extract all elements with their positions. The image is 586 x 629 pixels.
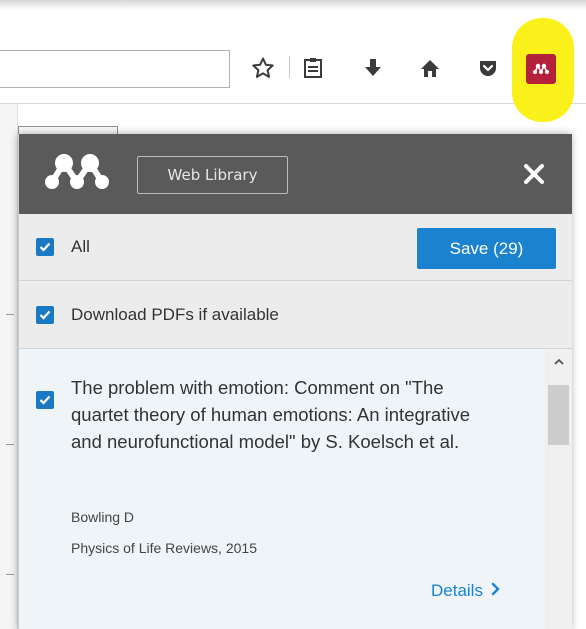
details-label: Details bbox=[431, 581, 483, 600]
star-icon[interactable] bbox=[248, 52, 278, 84]
toolbar-separator bbox=[289, 56, 290, 78]
background-page bbox=[0, 104, 18, 629]
web-importer-popup: Web Library All Save (29) Download PDFs … bbox=[18, 134, 572, 629]
results-list: The problem with emotion: Comment on "Th… bbox=[19, 349, 572, 629]
scrollbar[interactable] bbox=[545, 349, 572, 629]
details-link[interactable]: Details bbox=[431, 581, 501, 601]
chevron-right-icon bbox=[491, 581, 501, 601]
item-journal: Physics of Life Reviews, 2015 bbox=[71, 540, 257, 556]
close-icon[interactable] bbox=[514, 154, 554, 194]
item-author: Bowling D bbox=[71, 509, 135, 525]
mendeley-extension-icon[interactable] bbox=[526, 54, 556, 84]
select-all-label: All bbox=[71, 237, 90, 256]
web-library-button[interactable]: Web Library bbox=[137, 156, 288, 194]
popup-header: Web Library bbox=[19, 134, 572, 214]
select-all-row: All Save (29) bbox=[19, 214, 572, 281]
browser-toolbar bbox=[0, 0, 586, 104]
item-checkbox[interactable] bbox=[36, 391, 54, 409]
download-pdfs-label: Download PDFs if available bbox=[71, 305, 279, 324]
pocket-icon[interactable] bbox=[473, 52, 503, 84]
save-button[interactable]: Save (29) bbox=[417, 228, 556, 269]
toolbar-border bbox=[0, 103, 586, 104]
item-title: The problem with emotion: Comment on "Th… bbox=[71, 377, 471, 452]
mendeley-logo-icon bbox=[42, 151, 112, 193]
select-all-checkbox[interactable] bbox=[36, 238, 54, 256]
reader-list-icon[interactable] bbox=[298, 52, 328, 84]
toolbar-shadow bbox=[0, 0, 586, 10]
page-mark bbox=[6, 314, 14, 315]
page-mark bbox=[6, 444, 14, 445]
scroll-up-icon[interactable] bbox=[545, 353, 572, 371]
scroll-thumb[interactable] bbox=[548, 385, 569, 445]
download-pdfs-row: Download PDFs if available bbox=[19, 281, 572, 349]
download-icon[interactable] bbox=[358, 52, 388, 84]
home-icon[interactable] bbox=[415, 52, 445, 84]
url-bar[interactable] bbox=[0, 50, 230, 88]
download-pdfs-checkbox[interactable] bbox=[36, 306, 54, 324]
page-mark bbox=[6, 574, 14, 575]
